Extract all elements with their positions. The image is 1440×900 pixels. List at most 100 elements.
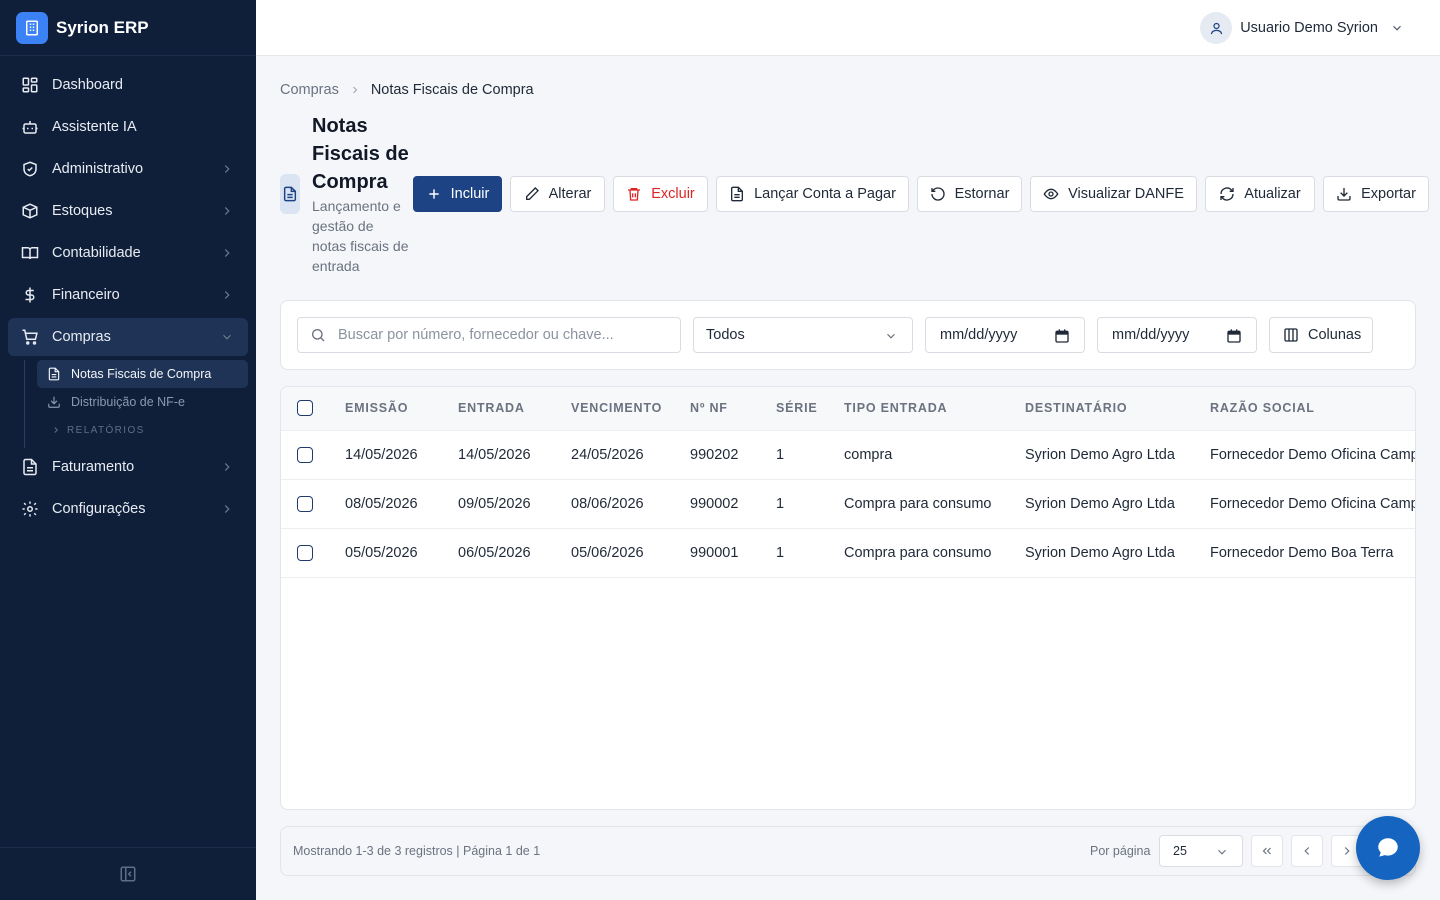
- columns-button[interactable]: Colunas: [1269, 317, 1373, 353]
- file-text-icon: [280, 174, 300, 214]
- select-all-checkbox[interactable]: [297, 400, 313, 417]
- file-text-icon: [729, 186, 745, 202]
- sidebar-section-relatorios[interactable]: RELATÓRIOS: [37, 416, 256, 444]
- search-icon: [312, 329, 325, 342]
- per-page-select[interactable]: 25: [1159, 835, 1243, 867]
- filter-bar: Todos mm/dd/yyyy mm/dd/yyyy Colunas: [280, 300, 1416, 370]
- cell-serie: 1: [776, 430, 844, 480]
- row-checkbox[interactable]: [297, 544, 313, 561]
- sidebar-item-administrativo[interactable]: Administrativo: [8, 150, 248, 188]
- sidebar-subitem-distribuicao-nfe[interactable]: Distribuição de NF-e: [37, 388, 248, 416]
- sidebar-item-faturamento[interactable]: Faturamento: [8, 448, 248, 486]
- sidebar-item-financeiro[interactable]: Financeiro: [8, 276, 248, 314]
- chevron-right-icon: [1344, 847, 1350, 855]
- per-page-label: Por página: [1090, 844, 1151, 858]
- button-label: Colunas: [1308, 327, 1362, 343]
- sidebar-item-label: Contabilidade: [52, 245, 141, 261]
- status-select-value: Todos: [706, 327, 745, 343]
- sidebar-item-compras[interactable]: Compras: [8, 318, 248, 356]
- first-page-button[interactable]: [1251, 835, 1283, 867]
- cell-destinatario: Syrion Demo Agro Ltda: [1025, 528, 1210, 578]
- sidebar-collapse-button[interactable]: [0, 847, 256, 900]
- download-icon: [1336, 186, 1352, 202]
- sidebar-item-dashboard[interactable]: Dashboard: [8, 66, 248, 104]
- eye-icon: [1043, 186, 1059, 202]
- search-field[interactable]: [297, 317, 681, 353]
- page-subtitle: Lançamento e gestão de notas fiscais de …: [312, 198, 409, 274]
- chevron-right-icon: [224, 505, 230, 513]
- table-row[interactable]: 05/05/2026 06/05/2026 05/06/2026 990001 …: [281, 528, 1415, 578]
- atualizar-button[interactable]: Atualizar: [1205, 176, 1315, 212]
- column-header[interactable]: SÉRIE: [776, 387, 844, 431]
- button-label: Lançar Conta a Pagar: [754, 186, 896, 202]
- topbar: Usuario Demo Syrion: [256, 0, 1440, 56]
- sidebar-item-assistente-ia[interactable]: Assistente IA: [8, 108, 248, 146]
- cart-icon: [20, 327, 40, 347]
- document-icon: [20, 457, 40, 477]
- download-icon: [47, 395, 61, 409]
- excluir-button[interactable]: Excluir: [613, 176, 708, 212]
- sidebar: Syrion ERP Dashboard Assistente IA Admin…: [0, 0, 256, 900]
- calendar-icon[interactable]: [1054, 328, 1070, 344]
- column-header[interactable]: Nº NF: [690, 387, 776, 431]
- visualizar-danfe-button[interactable]: Visualizar DANFE: [1030, 176, 1197, 212]
- sidebar-item-contabilidade[interactable]: Contabilidade: [8, 234, 248, 272]
- dollar-icon: [20, 285, 40, 305]
- prev-page-button[interactable]: [1291, 835, 1323, 867]
- row-checkbox[interactable]: [297, 495, 313, 512]
- sidebar-subitem-label: Notas Fiscais de Compra: [71, 367, 212, 381]
- incluir-button[interactable]: Incluir: [413, 176, 502, 212]
- cell-destinatario: Syrion Demo Agro Ltda: [1025, 479, 1210, 529]
- estornar-button[interactable]: Estornar: [917, 176, 1022, 212]
- sidebar-item-configuracoes[interactable]: Configurações: [8, 490, 248, 528]
- cell-vencimento: 05/06/2026: [571, 528, 690, 578]
- cell-razao-social: Fornecedor Demo Oficina Campo: [1210, 430, 1415, 480]
- exportar-button[interactable]: Exportar: [1323, 176, 1429, 212]
- lancar-conta-pagar-button[interactable]: Lançar Conta a Pagar: [716, 176, 909, 212]
- section-label: RELATÓRIOS: [67, 424, 145, 436]
- cell-emissao: 05/05/2026: [345, 528, 458, 578]
- breadcrumb-parent[interactable]: Compras: [280, 82, 339, 98]
- alterar-button[interactable]: Alterar: [510, 176, 605, 212]
- user-menu[interactable]: Usuario Demo Syrion: [1200, 12, 1404, 44]
- button-label: Excluir: [651, 186, 695, 202]
- column-header[interactable]: VENCIMENTO: [571, 387, 690, 431]
- sidebar-item-estoques[interactable]: Estoques: [8, 192, 248, 230]
- app-name: Syrion ERP: [56, 17, 149, 37]
- row-checkbox[interactable]: [297, 446, 313, 463]
- chevron-right-icon: [224, 463, 230, 471]
- table-header-row: EMISSÃO ENTRADA VENCIMENTO Nº NF SÉRIE T…: [281, 387, 1415, 431]
- cell-emissao: 14/05/2026: [345, 430, 458, 480]
- button-label: Atualizar: [1244, 186, 1301, 202]
- sidebar-item-label: Compras: [52, 329, 111, 345]
- file-text-icon: [47, 367, 61, 381]
- column-header[interactable]: EMISSÃO: [345, 387, 458, 431]
- column-header[interactable]: RAZÃO SOCIAL: [1210, 387, 1415, 431]
- column-header[interactable]: ENTRADA: [458, 387, 571, 431]
- table-row[interactable]: 08/05/2026 09/05/2026 08/06/2026 990002 …: [281, 479, 1415, 529]
- calendar-icon[interactable]: [1226, 328, 1242, 344]
- refresh-icon: [1219, 186, 1235, 202]
- date-from-input[interactable]: mm/dd/yyyy: [925, 317, 1085, 353]
- chat-button[interactable]: [1356, 816, 1420, 880]
- cell-tipo-entrada: compra: [844, 430, 1025, 480]
- brand[interactable]: Syrion ERP: [0, 0, 256, 56]
- sidebar-item-label: Administrativo: [52, 161, 144, 177]
- sidebar-subitem-notas-fiscais[interactable]: Notas Fiscais de Compra: [37, 360, 248, 388]
- chevrons-left-icon: [1262, 847, 1271, 855]
- date-to-input[interactable]: mm/dd/yyyy: [1097, 317, 1257, 353]
- sidebar-nav: Dashboard Assistente IA Administrativo E…: [0, 56, 256, 528]
- search-input[interactable]: [338, 327, 668, 343]
- panel-collapse-icon: [120, 866, 136, 882]
- column-header[interactable]: TIPO ENTRADA: [844, 387, 1025, 431]
- compras-submenu: Notas Fiscais de Compra Distribuição de …: [24, 360, 256, 448]
- pagination-info: Mostrando 1-3 de 3 registros | Página 1 …: [293, 844, 541, 858]
- breadcrumb-current: Notas Fiscais de Compra: [370, 82, 534, 98]
- column-header[interactable]: DESTINATÁRIO: [1025, 387, 1210, 431]
- button-label: Alterar: [548, 186, 592, 202]
- sidebar-item-label: Financeiro: [52, 287, 120, 303]
- status-select[interactable]: Todos: [693, 317, 913, 353]
- cell-serie: 1: [776, 528, 844, 578]
- columns-icon: [1283, 327, 1299, 343]
- table-row[interactable]: 14/05/2026 14/05/2026 24/05/2026 990202 …: [281, 430, 1415, 480]
